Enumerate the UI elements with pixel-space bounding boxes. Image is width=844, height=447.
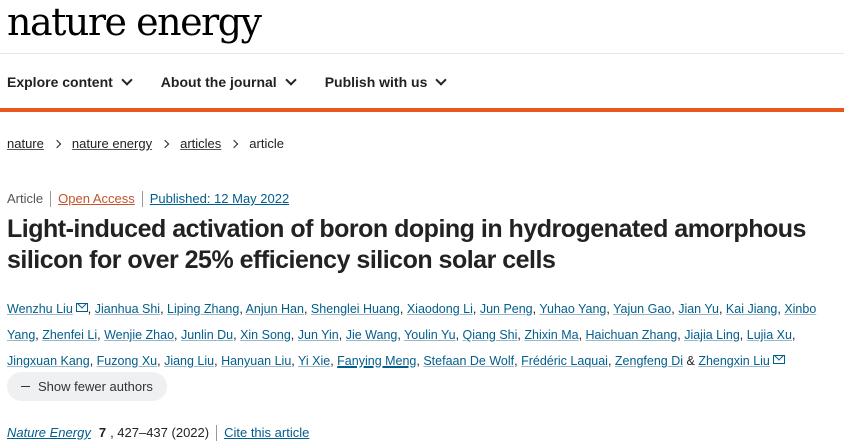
author-separator: , [472,302,480,316]
article-title: Light-induced activation of boron doping… [7,215,806,274]
show-fewer-label: Show fewer authors [38,379,153,394]
nav-about-journal-label: About the journal [160,74,277,90]
author-link[interactable]: Stefaan De Wolf [423,354,514,368]
mail-icon[interactable] [772,355,785,364]
nav-explore-content-label: Explore content [7,74,113,90]
journal-link[interactable]: Nature Energy [7,425,91,441]
author-link[interactable]: Yi Xie [298,354,330,368]
article-type: Article [7,191,52,207]
author-link[interactable]: Youlin Yu [404,328,455,342]
open-access-link[interactable]: Open Access [51,191,143,207]
author-link[interactable]: Jiang Liu [164,354,214,368]
chevron-down-icon [121,74,133,86]
breadcrumb-nature[interactable]: nature [7,136,44,151]
author-separator: , [89,354,97,368]
breadcrumb-articles[interactable]: articles [180,136,221,151]
published-date[interactable]: Published: 12 May 2022 [143,191,289,207]
author-link[interactable]: Xin Song [240,328,291,342]
author-separator: , [607,354,615,368]
minus-icon [21,385,30,388]
author-link[interactable]: Lujia Xu [747,328,792,342]
author-separator: , [174,328,181,342]
nav-publish-with-us[interactable]: Publish with us [324,74,448,90]
author-link[interactable]: Qiang Shi [463,328,518,342]
author-link[interactable]: Zhengxin Liu [698,354,770,368]
author-link[interactable]: Jianhua Shi [95,302,160,316]
nav-explore-content[interactable]: Explore content [7,74,133,90]
author-link[interactable]: Zhenfei Li [42,328,97,342]
author-separator: , [578,328,586,342]
breadcrumb: nature nature energy articles article [7,136,284,151]
chevron-right-icon [160,139,170,148]
author-list: Wenzhu Liu, Jianhua Shi, Liping Zhang, A… [7,296,837,374]
breadcrumb-nature-energy[interactable]: nature energy [72,136,152,151]
author-link[interactable]: Jun Peng [480,302,533,316]
author-link[interactable]: Wenjie Zhao [104,328,174,342]
chevron-right-icon [230,139,239,148]
article-meta: Article Open Access Published: 12 May 20… [7,191,289,207]
author-and: & [683,354,699,368]
nav-publish-with-us-label: Publish with us [324,74,428,90]
volume: 7 [98,425,107,440]
author-separator: , [399,302,407,316]
cite-this-article-link[interactable]: Cite this article [216,425,309,441]
nav-about-journal[interactable]: About the journal [160,74,297,90]
author-link[interactable]: Haichuan Zhang [586,328,678,342]
author-separator: , [160,302,168,316]
author-link[interactable]: Kai Jiang [726,302,777,316]
author-link[interactable]: Jingxuan Kang [7,354,90,368]
chevron-down-icon [435,74,448,86]
author-link[interactable]: Frédéric Laquai [521,354,608,368]
journal-logo[interactable]: nature energy [7,0,262,44]
author-link[interactable]: Zengfeng Di [615,354,683,368]
author-link[interactable]: Fuzong Xu [97,354,157,368]
author-separator: , [718,302,726,316]
author-link[interactable]: Wenzhu Liu [7,302,73,316]
author-link[interactable]: Shenglei Huang [311,302,400,316]
author-link[interactable]: Hanyuan Liu [221,354,291,368]
author-link[interactable]: Jie Wang [346,328,398,342]
breadcrumb-current: article [249,136,284,151]
author-separator: , [291,354,299,368]
author-separator: , [303,302,311,316]
author-link[interactable]: Jun Yin [298,328,339,342]
author-link[interactable]: Jian Yu [678,302,719,316]
author-link[interactable]: Zhixin Ma [524,328,578,342]
author-link[interactable]: Xiaodong Li [407,302,473,316]
header-divider [0,53,844,54]
author-link[interactable]: Anjun Han [246,302,304,316]
mail-icon[interactable] [75,303,88,312]
show-fewer-authors-button[interactable]: Show fewer authors [7,372,167,401]
author-link[interactable]: Junlin Du [181,328,233,342]
accent-bar [0,108,844,112]
pages: , 427–437 (2022) [110,425,210,440]
author-separator: , [739,328,747,342]
author-separator: , [338,328,346,342]
citation-line: Nature Energy 7 , 427–437 (2022) Cite th… [7,425,309,441]
author-separator: , [791,328,796,342]
chevron-down-icon [285,74,297,86]
author-link[interactable]: Liping Zhang [167,302,239,316]
author-link[interactable]: Yajun Gao [613,302,671,316]
author-link[interactable]: Yuhao Yang [539,302,606,316]
author-link[interactable]: Jiajia Ling [684,328,740,342]
author-separator: , [455,328,463,342]
author-separator: , [87,302,95,316]
author-link[interactable]: Fanying Meng [337,354,416,368]
chevron-right-icon [52,139,62,148]
main-nav: Explore content About the journal Publis… [7,74,475,90]
author-separator: , [290,328,298,342]
